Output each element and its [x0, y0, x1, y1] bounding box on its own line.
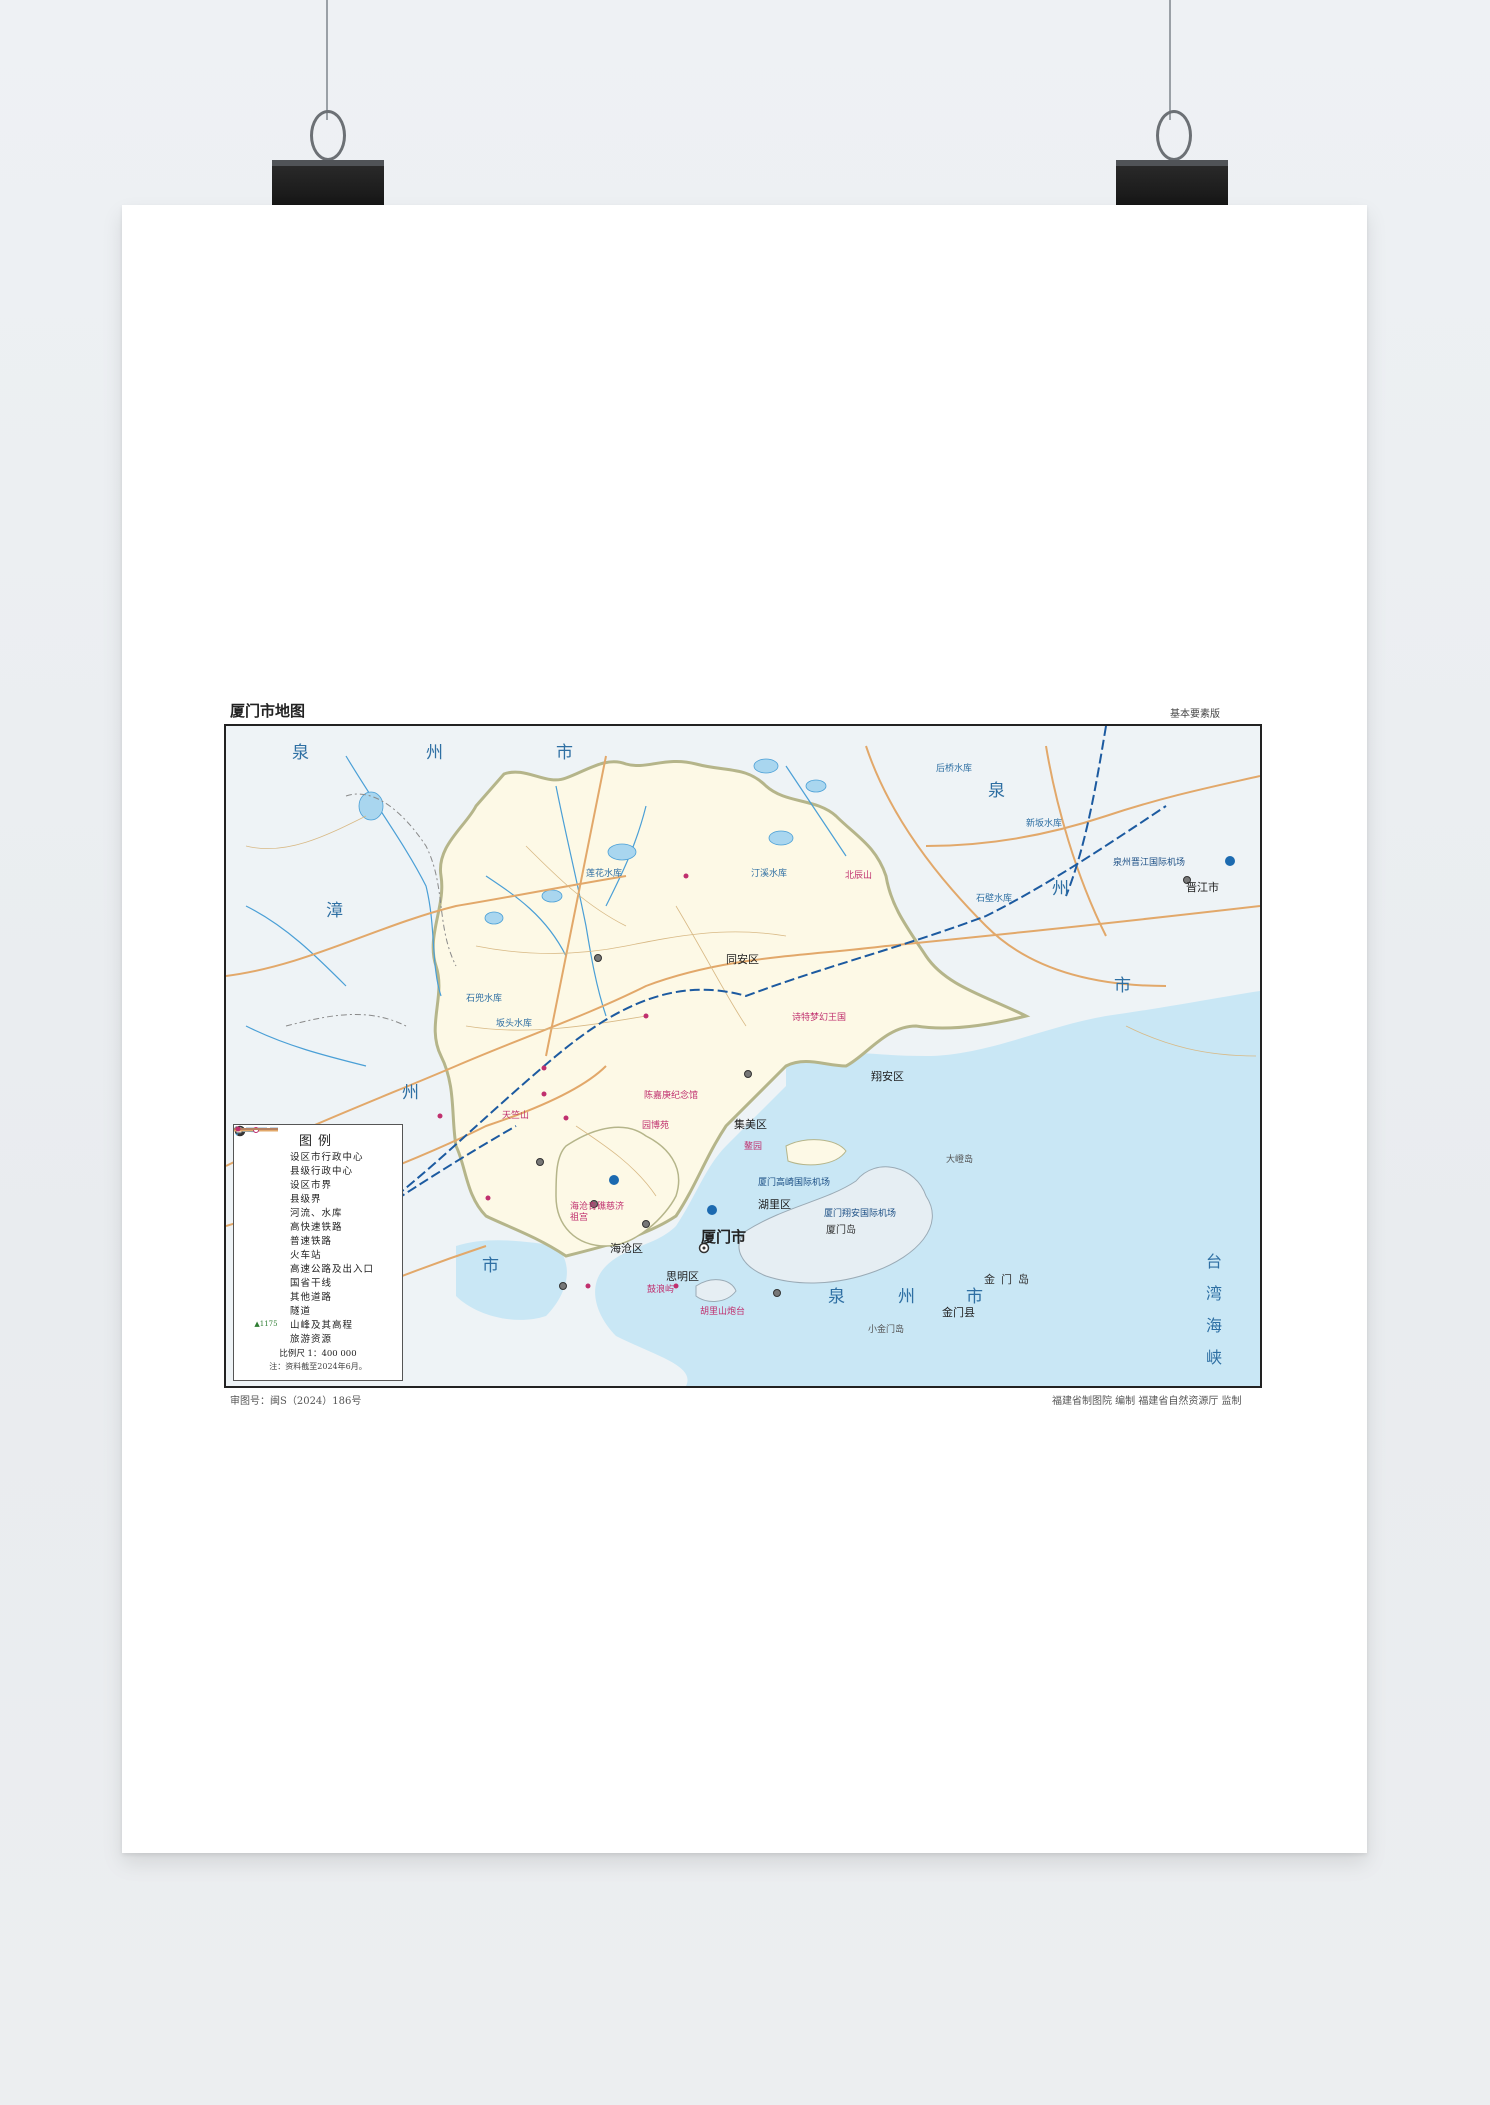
legend-item: 县级界	[234, 1128, 402, 1205]
water-label: 坂头水库	[496, 1019, 533, 1029]
poi-label: 鼓浪屿	[647, 1285, 675, 1295]
legend-item: 高速公路及出入口	[234, 1127, 402, 1275]
poi-icon	[235, 1126, 290, 1345]
poi-label: 陈嘉庚纪念馆	[644, 1091, 699, 1101]
expressway-icon	[234, 1127, 290, 1275]
region-label: 州	[426, 743, 443, 763]
poi-label: 北辰山	[845, 871, 873, 881]
map-credits: 福建省制图院 编制 福建省自然资源厅 监制	[1052, 1396, 1242, 1407]
city-label: 金门县	[942, 1306, 975, 1319]
rail-icon	[234, 1128, 290, 1247]
legend-item: 河流、水库	[235, 1128, 402, 1219]
river-icon	[235, 1128, 290, 1219]
poi-label: 天竺山	[502, 1111, 530, 1121]
region-label: 州	[402, 1083, 419, 1103]
poi-label: 海沧青礁慈济祖宫	[570, 1202, 625, 1223]
water-label: 后桥水库	[936, 764, 973, 774]
region-label: 泉	[988, 781, 1005, 801]
airport-label: 厦门翔安国际机场	[824, 1209, 897, 1219]
legend-item: 普速铁路	[234, 1128, 402, 1247]
tunnel-icon	[234, 1128, 290, 1317]
legend-item: 火车站	[235, 1126, 402, 1261]
city-label: 海沧区	[610, 1242, 643, 1255]
legend-item: 其他道路	[234, 1128, 402, 1303]
map-title: 厦门市地图	[230, 702, 306, 720]
hsr-icon	[234, 1127, 290, 1233]
station-icon	[235, 1126, 290, 1261]
legend-scale: 比例尺 1：400 000	[279, 1349, 357, 1359]
water-label: 汀溪水库	[751, 869, 788, 879]
legend-item: 设区市界	[234, 1128, 402, 1191]
water-label: 石兜水库	[466, 994, 503, 1004]
prefecture-center-icon	[234, 1125, 290, 1163]
legend-item: 县级行政中心	[236, 1127, 402, 1177]
county-center-icon	[236, 1127, 290, 1177]
peak-icon: ▲1175	[254, 1320, 278, 1328]
island-label: 厦门岛	[826, 1225, 856, 1236]
city-boundary-icon	[234, 1128, 290, 1191]
water-label: 石壁水库	[976, 894, 1013, 904]
map-edition: 基本要素版	[1170, 709, 1220, 720]
other-road-icon	[234, 1128, 290, 1303]
region-label: 漳	[326, 901, 343, 921]
legend-item: 隧道	[234, 1128, 402, 1317]
map-frame[interactable]: 泉 州 市 漳 州 市 泉 州 市 泉 州 市 厦门市 同安区 翔安区 集美区 …	[224, 724, 1262, 1388]
region-label: 泉	[828, 1287, 845, 1307]
legend-item: 国省干线	[234, 1128, 402, 1289]
island-label: 小金门岛	[868, 1325, 905, 1335]
western-bay	[456, 1240, 567, 1320]
county-boundary-icon	[234, 1128, 290, 1205]
region-label: 市	[482, 1256, 499, 1276]
legend-item: ▲1175 山峰及其高程	[242, 1317, 402, 1331]
airport-label: 厦门高崎国际机场	[758, 1178, 831, 1188]
hanging-wire-left	[326, 0, 328, 120]
city-label: 湖里区	[758, 1198, 791, 1211]
city-label: 集美区	[734, 1118, 767, 1131]
national-road-icon	[234, 1128, 290, 1289]
poi-label: 胡里山炮台	[700, 1307, 746, 1317]
poi-label: 鳌园	[744, 1142, 763, 1152]
region-label: 州	[1052, 879, 1069, 899]
approval-number: 审图号：闽S（2024）186号	[230, 1396, 362, 1407]
poi-label: 诗特梦幻王国	[792, 1013, 847, 1023]
poi-label: 园博苑	[642, 1121, 670, 1131]
legend-note: 注：资料截至2024年6月。	[269, 1362, 367, 1371]
sea-label: 台湾海峡	[1206, 1252, 1223, 1367]
map-legend: 图例 设区市行政中心 县级行政中心 设区市界 县级界 河流、水库 高快速铁路 普…	[233, 1124, 403, 1381]
xiamen-island	[555, 1126, 680, 1247]
water-label: 莲花水库	[586, 869, 623, 879]
city-label: 翔安区	[871, 1070, 904, 1083]
hanging-wire-right	[1169, 0, 1171, 120]
legend-item: 高快速铁路	[234, 1127, 402, 1233]
water-label: 新坂水库	[1026, 819, 1063, 829]
airport-label: 泉州晋江国际机场	[1113, 858, 1186, 868]
island-label: 大嶝岛	[946, 1155, 974, 1165]
city-label: 晋江市	[1186, 881, 1219, 894]
region-label: 泉	[292, 743, 309, 763]
island-label: 金门岛	[984, 1273, 1035, 1286]
region-label: 州	[898, 1287, 915, 1307]
legend-item: 设区市行政中心	[234, 1125, 402, 1163]
legend-item: 旅游资源	[235, 1126, 402, 1345]
region-label: 市	[556, 743, 573, 763]
region-label: 市	[1114, 976, 1131, 996]
city-label: 同安区	[726, 953, 759, 966]
city-label: 厦门市	[701, 1228, 747, 1246]
